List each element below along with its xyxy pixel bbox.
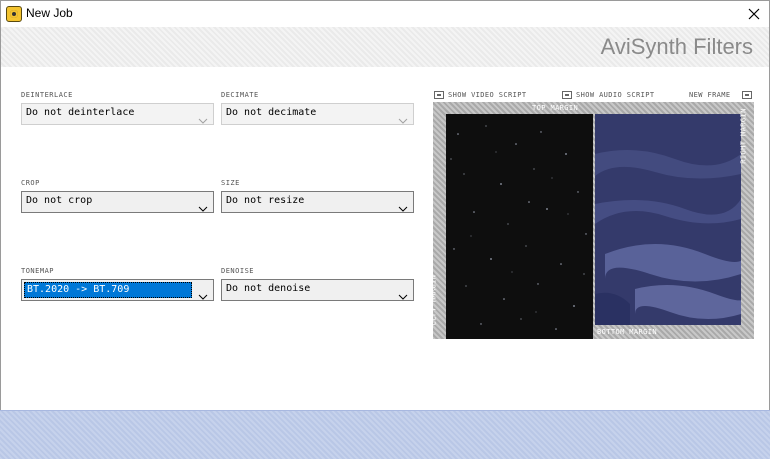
- close-icon: [748, 8, 760, 20]
- tonemap-label: TONEMAP: [21, 267, 55, 275]
- denoise-select[interactable]: Do not denoise: [221, 279, 414, 301]
- size-value: Do not resize: [226, 195, 305, 206]
- page-title: AviSynth Filters: [600, 34, 753, 59]
- chevron-down-icon: [198, 198, 208, 212]
- crop-select[interactable]: Do not crop: [21, 191, 214, 213]
- show-video-script-link[interactable]: SHOW VIDEO SCRIPT: [448, 91, 526, 99]
- tonemap-value: BT.2020 -> BT.709: [24, 282, 192, 298]
- crop-label: CROP: [21, 179, 40, 187]
- new-frame-icon[interactable]: [742, 91, 752, 99]
- chevron-down-icon: [398, 286, 408, 300]
- tonemap-select[interactable]: BT.2020 -> BT.709: [21, 279, 214, 301]
- close-button[interactable]: [739, 1, 769, 27]
- decimate-label: DECIMATE: [221, 91, 259, 99]
- window-title: New Job: [26, 6, 73, 20]
- decimate-value: Do not decimate: [226, 107, 317, 118]
- bottom-margin-label: BOTTOM MARGIN: [597, 328, 657, 336]
- chevron-down-icon: [198, 110, 208, 124]
- chevron-down-icon: [398, 110, 408, 124]
- denoise-label: DENOISE: [221, 267, 255, 275]
- video-preview-right: [595, 114, 741, 325]
- right-margin-label: RIGHT MARGIN: [739, 108, 748, 164]
- top-margin-label: TOP MARGIN: [532, 104, 579, 112]
- denoise-value: Do not denoise: [226, 283, 311, 294]
- decimate-select[interactable]: Do not decimate: [221, 103, 414, 125]
- chevron-down-icon: [398, 198, 408, 212]
- preview-frame: TOP MARGIN BOTTOM MARGIN LEFT MARGIN RIG…: [429, 102, 754, 339]
- script-icon: [562, 91, 572, 99]
- crop-value: Do not crop: [26, 195, 93, 206]
- footer-band: [0, 410, 770, 459]
- starfield-image: [450, 125, 587, 330]
- size-label: SIZE: [221, 179, 240, 187]
- video-preview-left: [446, 114, 593, 339]
- title-bar: New Job: [0, 0, 770, 27]
- script-icon: [434, 91, 444, 99]
- deinterlace-select[interactable]: Do not deinterlace: [21, 103, 214, 125]
- size-select[interactable]: Do not resize: [221, 191, 414, 213]
- new-frame-link[interactable]: NEW FRAME: [689, 91, 731, 99]
- header-band: AviSynth Filters: [0, 27, 770, 67]
- app-icon: [6, 6, 22, 22]
- chevron-down-icon: [198, 286, 208, 300]
- left-margin-label: LEFT MARGIN: [429, 274, 438, 326]
- water-image: [595, 114, 741, 325]
- deinterlace-label: DEINTERLACE: [21, 91, 73, 99]
- show-audio-script-link[interactable]: SHOW AUDIO SCRIPT: [576, 91, 654, 99]
- deinterlace-value: Do not deinterlace: [26, 107, 135, 118]
